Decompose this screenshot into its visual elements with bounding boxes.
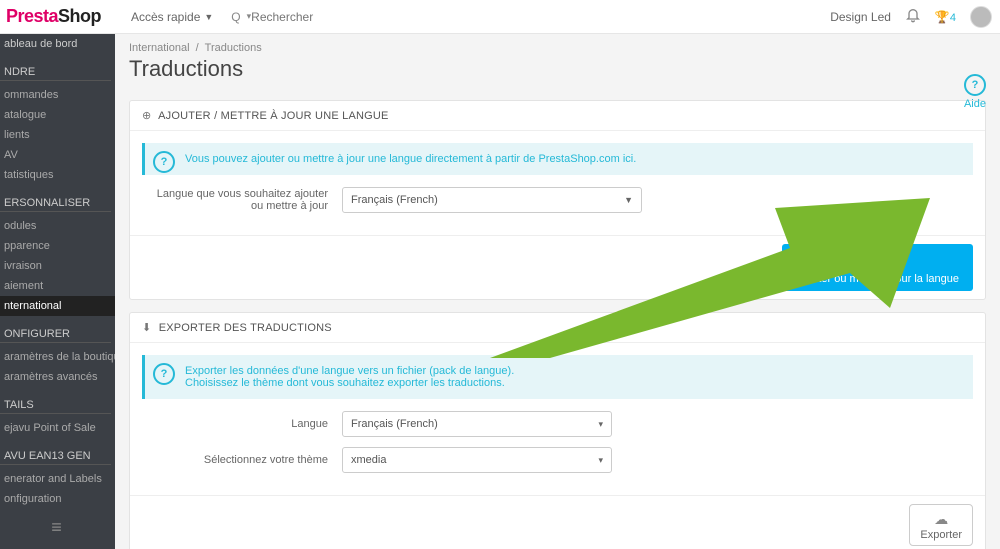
sidebar-item-shop-params[interactable]: aramètres de la boutique — [0, 347, 115, 367]
sidebar-group-improve: ERSONNALISER — [0, 191, 111, 212]
info-export: ? Exporter les données d'une langue vers… — [142, 355, 973, 399]
bell-icon — [905, 7, 921, 23]
brand-part1: Presta — [6, 6, 58, 26]
breadcrumb-traductions: Traductions — [205, 42, 262, 54]
sidebar-group-configure: ONFIGURER — [0, 322, 111, 343]
topbar-right: Design Led 🏆4 — [830, 6, 1000, 28]
sidebar: ableau de bord NDRE ommandes atalogue li… — [0, 0, 115, 549]
help-label: Aide — [964, 98, 986, 110]
row-export-lang: Langue Français (French) ▾ — [142, 411, 973, 437]
label-export-theme: Sélectionnez votre thème — [142, 454, 342, 466]
info-export-line1: Exporter les données d'une langue vers u… — [185, 365, 514, 377]
search-box[interactable]: Q ▾ — [231, 10, 371, 24]
label-add-language: Langue que vous souhaitez ajouter ou met… — [142, 188, 342, 212]
search-input[interactable] — [251, 10, 371, 24]
sidebar-item-pos[interactable]: ejavu Point of Sale — [0, 418, 115, 438]
plus-icon: ⊕ — [142, 110, 151, 122]
breadcrumb-international[interactable]: International — [129, 42, 190, 54]
panel-export: ⬇ EXPORTER DES TRADUCTIONS ? Exporter le… — [129, 312, 986, 549]
sidebar-item-modules[interactable]: odules — [0, 216, 115, 236]
caret-down-icon: ▾ — [598, 455, 603, 466]
help-button[interactable]: ? Aide — [964, 74, 986, 110]
sidebar-item-stats[interactable]: tatistiques — [0, 165, 115, 185]
question-icon: ? — [153, 363, 175, 385]
panel-export-heading-text: EXPORTER DES TRADUCTIONS — [159, 322, 332, 334]
sidebar-item-catalog[interactable]: atalogue — [0, 105, 115, 125]
export-button-label: Exporter — [920, 529, 962, 541]
panel-add-heading-text: AJOUTER / METTRE À JOUR UNE LANGUE — [158, 110, 389, 122]
caret-down-icon: ▼ — [624, 195, 633, 205]
select-export-theme-value: xmedia — [351, 454, 386, 466]
select-export-lang[interactable]: Français (French) ▾ — [342, 411, 612, 437]
sidebar-collapse-button[interactable]: ≡ — [0, 509, 115, 546]
sidebar-item-adv-params[interactable]: aramètres avancés — [0, 367, 115, 387]
row-export-theme: Sélectionnez votre thème xmedia ▾ — [142, 447, 973, 473]
submit-add-language-button[interactable]: ⚙⚙ Ajouter ou mettre à jour la langue — [782, 244, 973, 291]
sidebar-item-sav[interactable]: AV — [0, 145, 115, 165]
quick-access-menu[interactable]: Accès rapide ▼ — [131, 10, 213, 24]
question-icon: ? — [153, 151, 175, 173]
select-add-language-value: Français (French) — [351, 194, 438, 206]
sidebar-item-payment[interactable]: aiement — [0, 276, 115, 296]
sidebar-item-customers[interactable]: lients — [0, 125, 115, 145]
sidebar-item-international[interactable]: nternational — [0, 296, 115, 316]
info-export-line2: Choisissez le thème dont vous souhaitez … — [185, 377, 961, 389]
panel-add-footer: ⚙⚙ Ajouter ou mettre à jour la langue — [130, 235, 985, 299]
page-title: Traductions — [115, 56, 1000, 94]
caret-down-icon: ▼ — [204, 12, 213, 22]
download-icon: ⬇ — [142, 322, 151, 334]
caret-down-icon: ▾ — [598, 419, 603, 430]
info-add-language: ? Vous pouvez ajouter ou mettre à jour u… — [142, 143, 973, 175]
sidebar-group-ean13: AVU EAN13 GEN — [0, 444, 111, 465]
sidebar-item-ean-config[interactable]: onfiguration — [0, 489, 115, 509]
hamburger-icon: ≡ — [51, 517, 64, 537]
sidebar-group-tails: TAILS — [0, 393, 111, 414]
panel-add-heading: ⊕ AJOUTER / METTRE À JOUR UNE LANGUE — [130, 101, 985, 131]
panel-export-heading: ⬇ EXPORTER DES TRADUCTIONS — [130, 313, 985, 343]
sidebar-item-design[interactable]: pparence — [0, 236, 115, 256]
cloud-download-icon: ☁ — [920, 511, 962, 528]
sidebar-item-ean-generator[interactable]: enerator and Labels — [0, 469, 115, 489]
sidebar-item-orders[interactable]: ommandes — [0, 85, 115, 105]
gears-icon: ⚙⚙ — [796, 254, 959, 271]
panel-export-footer: ☁ Exporter — [130, 495, 985, 549]
label-export-lang: Langue — [142, 418, 342, 430]
sidebar-item-dashboard[interactable]: ableau de bord — [0, 34, 115, 54]
quick-access-label: Accès rapide — [131, 10, 200, 24]
search-icon: Q — [231, 10, 240, 24]
merits-button[interactable]: 🏆4 — [935, 10, 956, 24]
shop-name[interactable]: Design Led — [830, 10, 891, 24]
top-bar: PrestaShop Accès rapide ▼ Q ▾ Design Led… — [0, 0, 1000, 34]
brand-logo[interactable]: PrestaShop — [0, 6, 115, 27]
submit-add-language-label: Ajouter ou mettre à jour la langue — [796, 273, 959, 285]
profile-avatar[interactable] — [970, 6, 992, 28]
select-export-lang-value: Français (French) — [351, 418, 438, 430]
info-add-text: Vous pouvez ajouter ou mettre à jour une… — [185, 153, 636, 165]
panel-add-language: ⊕ AJOUTER / METTRE À JOUR UNE LANGUE ? V… — [129, 100, 986, 300]
select-add-language[interactable]: Français (French) ▼ — [342, 187, 642, 213]
sidebar-item-shipping[interactable]: ivraison — [0, 256, 115, 276]
select-export-theme[interactable]: xmedia ▾ — [342, 447, 612, 473]
breadcrumb: International / Traductions — [115, 34, 1000, 56]
help-icon: ? — [964, 74, 986, 96]
brand-part2: Shop — [58, 6, 101, 26]
trophy-icon: 🏆 — [935, 10, 950, 24]
trophy-count: 4 — [950, 12, 956, 24]
main-content: ? Aide International / Traductions Tradu… — [115, 34, 1000, 549]
sidebar-group-sell: NDRE — [0, 60, 111, 81]
export-button[interactable]: ☁ Exporter — [909, 504, 973, 546]
row-add-language: Langue que vous souhaitez ajouter ou met… — [142, 187, 973, 213]
notifications-button[interactable] — [905, 7, 921, 26]
